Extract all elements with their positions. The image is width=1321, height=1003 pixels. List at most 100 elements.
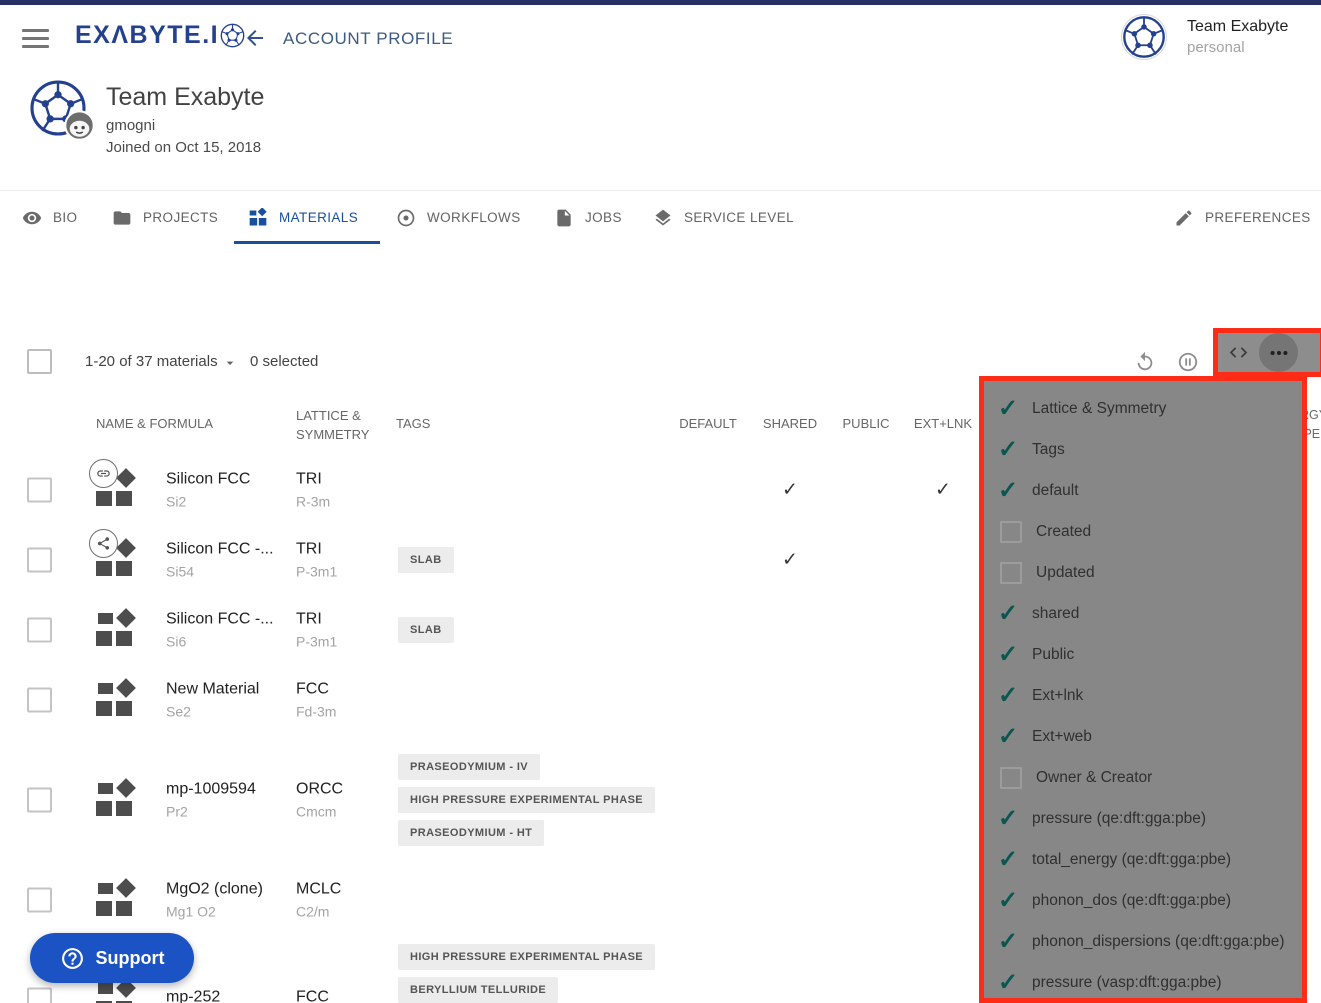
material-name[interactable]: MgO2 (clone) [166, 881, 292, 899]
col-public[interactable]: PUBLIC [843, 416, 890, 431]
row-checkbox[interactable] [27, 688, 52, 713]
column-menu-item[interactable]: pressure (vasp:dft:gga:pbe) [984, 962, 1302, 1003]
symmetry-group: R-3m [296, 494, 391, 510]
material-name[interactable]: mp-252 [166, 989, 292, 1003]
more-options-button[interactable] [1259, 333, 1298, 372]
column-menu-item[interactable]: Tags [984, 429, 1302, 470]
material-icon [96, 880, 142, 920]
lattice-type: TRI [296, 541, 391, 559]
checkbox-icon [1000, 767, 1022, 789]
row-checkbox[interactable] [27, 548, 52, 573]
checkbox-icon [998, 968, 1032, 997]
tag-chip: SLAB [398, 617, 454, 643]
row-checkbox[interactable] [27, 478, 52, 503]
column-menu-item[interactable]: pressure (qe:dft:gga:pbe) [984, 798, 1302, 839]
material-name[interactable]: Silicon FCC [166, 471, 292, 489]
checkbox-icon [998, 640, 1032, 669]
col-lattice-symmetry[interactable]: LATTICE & SYMMETRY [296, 406, 369, 444]
row-checkbox[interactable] [27, 618, 52, 643]
replay-icon[interactable] [1134, 351, 1156, 373]
account-avatar [1121, 14, 1167, 60]
profile-username: gmogni [106, 117, 155, 134]
face-badge-icon [64, 110, 95, 141]
eye-icon [22, 208, 42, 228]
col-extlnk[interactable]: EXT+LNK [914, 416, 972, 431]
tab-jobs[interactable]: JOBS [554, 191, 622, 244]
row-checkbox[interactable] [27, 888, 52, 913]
tag-chip: BERYLLIUM TELLURIDE [398, 977, 558, 1003]
column-menu-item[interactable]: phonon_dispersions (qe:dft:gga:pbe) [984, 921, 1302, 962]
column-menu-item[interactable]: default [984, 470, 1302, 511]
column-menu-item[interactable]: Owner & Creator [984, 757, 1302, 798]
pause-icon[interactable] [1177, 351, 1199, 373]
checkbox-icon [998, 927, 1032, 956]
tag-chip: HIGH PRESSURE EXPERIMENTAL PHASE [398, 787, 655, 813]
tab-workflows[interactable]: WORKFLOWS [396, 191, 521, 244]
support-button[interactable]: Support [30, 933, 194, 983]
shared-check [782, 479, 798, 502]
col-default[interactable]: DEFAULT [679, 416, 737, 431]
material-name[interactable]: mp-1009594 [166, 781, 292, 799]
filter-bar: + [0, 244, 1321, 331]
menu-icon[interactable] [22, 29, 49, 48]
material-formula: Si54 [166, 564, 292, 580]
lattice-type: MCLC [296, 881, 391, 899]
column-menu-item[interactable]: Created [984, 511, 1302, 552]
column-menu-item[interactable]: phonon_dos (qe:dft:gga:pbe) [984, 880, 1302, 921]
row-checkbox[interactable] [27, 788, 52, 813]
tab-materials[interactable]: MATERIALS [248, 191, 358, 244]
lattice-type: FCC [296, 681, 391, 699]
lattice-type: TRI [296, 471, 391, 489]
material-formula: Se2 [166, 704, 292, 720]
select-all-checkbox[interactable] [27, 349, 52, 374]
column-menu-item[interactable]: total_energy (qe:dft:gga:pbe) [984, 839, 1302, 880]
symmetry-group: P-3m1 [296, 564, 391, 580]
tab-bio[interactable]: BIO [22, 191, 77, 244]
pencil-icon [1174, 208, 1194, 228]
material-icon [96, 980, 142, 1003]
tab-projects[interactable]: PROJECTS [112, 191, 218, 244]
caret-down-icon[interactable] [222, 355, 238, 371]
material-name[interactable]: Silicon FCC -... [166, 541, 292, 559]
page-title: ACCOUNT PROFILE [283, 29, 453, 49]
material-name[interactable]: Silicon FCC -... [166, 611, 292, 629]
lattice-type: ORCC [296, 781, 391, 799]
tag-chip: PRASEODYMIUM - IV [398, 754, 540, 780]
material-icon [96, 780, 142, 820]
checkbox-icon [998, 886, 1032, 915]
pagination-range[interactable]: 1-20 of 37 materials [85, 353, 218, 370]
layers-icon [653, 208, 673, 228]
checkbox-icon [998, 394, 1032, 423]
extlnk-check [935, 479, 951, 502]
material-name[interactable]: New Material [166, 681, 292, 699]
account-switcher[interactable]: Team Exabyte personal [1121, 14, 1307, 60]
symmetry-group: Cmcm [296, 804, 391, 820]
tag-chip: PRASEODYMIUM - HT [398, 820, 544, 846]
column-menu-item[interactable]: Ext+web [984, 716, 1302, 757]
help-icon [60, 946, 85, 971]
column-menu-item[interactable]: Ext+lnk [984, 675, 1302, 716]
back-icon[interactable] [243, 26, 267, 50]
lattice-type: TRI [296, 611, 391, 629]
code-icon[interactable] [1228, 342, 1249, 363]
tab-service-level[interactable]: SERVICE LEVEL [653, 191, 794, 244]
folder-icon [112, 208, 132, 228]
checkbox-icon [998, 845, 1032, 874]
column-menu-item[interactable]: shared [984, 593, 1302, 634]
col-name-formula[interactable]: NAME & FORMULA [96, 416, 213, 431]
column-menu-item[interactable]: Lattice & Symmetry [984, 388, 1302, 429]
account-type: personal [1187, 39, 1307, 56]
checkbox-icon [1000, 562, 1022, 584]
profile-section: Team Exabyte gmogni Joined on Oct 15, 20… [0, 62, 1321, 190]
tag-chip: HIGH PRESSURE EXPERIMENTAL PHASE [398, 944, 655, 970]
column-menu-item[interactable]: Updated [984, 552, 1302, 593]
logo[interactable]: EXΛBYTE.I [75, 21, 245, 50]
column-menu-item[interactable]: Public [984, 634, 1302, 675]
col-tags[interactable]: TAGS [396, 416, 430, 431]
materials-icon [248, 208, 268, 228]
preferences-button[interactable]: PREFERENCES [1174, 191, 1311, 244]
symmetry-group: P-3m1 [296, 634, 391, 650]
row-checkbox[interactable] [27, 988, 52, 1003]
material-icon [96, 540, 142, 580]
col-shared[interactable]: SHARED [763, 416, 817, 431]
